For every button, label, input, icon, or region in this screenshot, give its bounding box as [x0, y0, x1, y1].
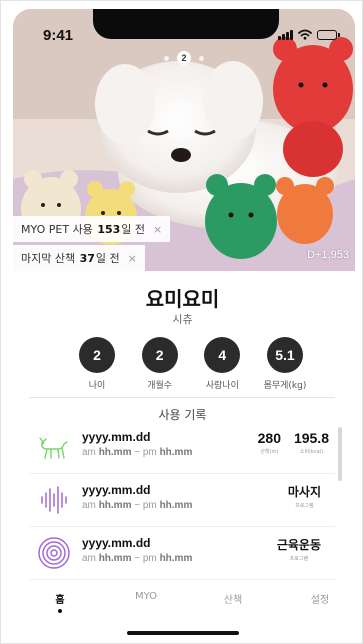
- nav-item-home[interactable]: 홈: [50, 591, 70, 613]
- stat-human-age: 4 사람나이: [196, 337, 248, 391]
- carousel-dot[interactable]: [199, 55, 204, 61]
- walk-distance: 280 산책(m): [257, 430, 281, 455]
- wifi-icon: [298, 29, 312, 40]
- signal-icon: [278, 29, 293, 40]
- concentric-circles-icon: [38, 537, 70, 569]
- program-name: 마사지 프로그램: [287, 485, 321, 509]
- usage-date: yyyy.mm.dd: [82, 536, 151, 550]
- usage-date: yyyy.mm.dd: [82, 430, 151, 444]
- nav-item-settings[interactable]: 설정: [303, 591, 337, 606]
- usage-days-badge: MYO PET 사용 153 일 전 ×: [13, 216, 171, 242]
- stat-human-age-label: 사람나이: [205, 381, 239, 391]
- usage-time: am hh.mm ~ pm hh.mm: [82, 500, 193, 511]
- nav-item-walk[interactable]: 산책: [216, 591, 250, 606]
- usage-days-prefix: MYO PET 사용: [21, 223, 93, 236]
- usage-row-exercise[interactable]: yyyy.mm.dd am hh.mm ~ pm hh.mm 근육운동 프로그램: [29, 527, 335, 580]
- close-icon[interactable]: ×: [128, 252, 137, 265]
- carousel-dot[interactable]: [164, 55, 169, 61]
- pet-breed: 시츄: [172, 313, 193, 326]
- usage-date: yyyy.mm.dd: [82, 483, 151, 497]
- active-indicator: [58, 609, 62, 613]
- stat-human-age-value: 4: [204, 337, 241, 373]
- stat-age: 2 나이: [71, 337, 123, 391]
- last-walk-suffix: 일 전: [95, 252, 120, 265]
- bottom-nav: 홈 MYO 산책 설정: [1, 591, 362, 617]
- waveform-icon: [41, 486, 67, 514]
- stat-months-value: 2: [141, 337, 178, 373]
- section-divider: [29, 397, 335, 398]
- dday-counter: D+1,953: [307, 249, 349, 261]
- carousel-indicator: 2: [13, 51, 355, 65]
- usage-history-list[interactable]: yyyy.mm.dd am hh.mm ~ pm hh.mm 280 산책(m)…: [29, 421, 335, 580]
- nav-item-myo[interactable]: MYO: [129, 591, 163, 602]
- status-icons: [278, 29, 340, 40]
- pet-name: 요미요미: [145, 287, 220, 311]
- usage-time: am hh.mm ~ pm hh.mm: [82, 447, 193, 458]
- program-name: 근육운동 프로그램: [276, 538, 321, 562]
- stat-weight-label: 몸무게(kg): [263, 381, 307, 391]
- stat-months-label: 개월수: [147, 381, 173, 391]
- last-walk-count: 37: [79, 251, 95, 265]
- walk-calories: 195.8 소비(kcal): [293, 430, 329, 455]
- phone-screen: 9:41 2 MYO PET 사용 153 일 전 × 마지막 산책 37 일 전 …: [0, 0, 363, 644]
- last-walk-prefix: 마지막 산책: [21, 252, 76, 265]
- usage-row-massage[interactable]: yyyy.mm.dd am hh.mm ~ pm hh.mm 마사지 프로그램: [29, 474, 335, 527]
- home-indicator[interactable]: [127, 631, 239, 635]
- stat-weight: 5.1 몸무게(kg): [259, 337, 311, 391]
- stat-age-value: 2: [79, 337, 115, 373]
- close-icon[interactable]: ×: [153, 223, 162, 236]
- stat-months: 2 개월수: [134, 337, 186, 391]
- carousel-dot-active[interactable]: 2: [177, 51, 191, 65]
- usage-time: am hh.mm ~ pm hh.mm: [82, 553, 193, 564]
- phone-notch: [93, 9, 279, 39]
- pet-stats: 2 나이 2 개월수 4 사람나이 5.1 몸무게(kg): [71, 337, 311, 391]
- last-walk-badge: 마지막 산책 37 일 전 ×: [13, 245, 145, 271]
- list-scrollbar[interactable]: [338, 427, 342, 481]
- usage-days-suffix: 일 전: [121, 223, 146, 236]
- status-time: 9:41: [43, 27, 74, 44]
- dog-icon: [39, 437, 68, 459]
- battery-icon: [317, 29, 340, 40]
- pet-photo-carousel[interactable]: 9:41 2 MYO PET 사용 153 일 전 × 마지막 산책 37 일 전 …: [13, 9, 355, 271]
- stat-weight-value: 5.1: [266, 337, 303, 373]
- usage-days-count: 153: [97, 222, 121, 236]
- stat-age-label: 나이: [88, 381, 106, 391]
- usage-row-walk[interactable]: yyyy.mm.dd am hh.mm ~ pm hh.mm 280 산책(m)…: [29, 421, 335, 474]
